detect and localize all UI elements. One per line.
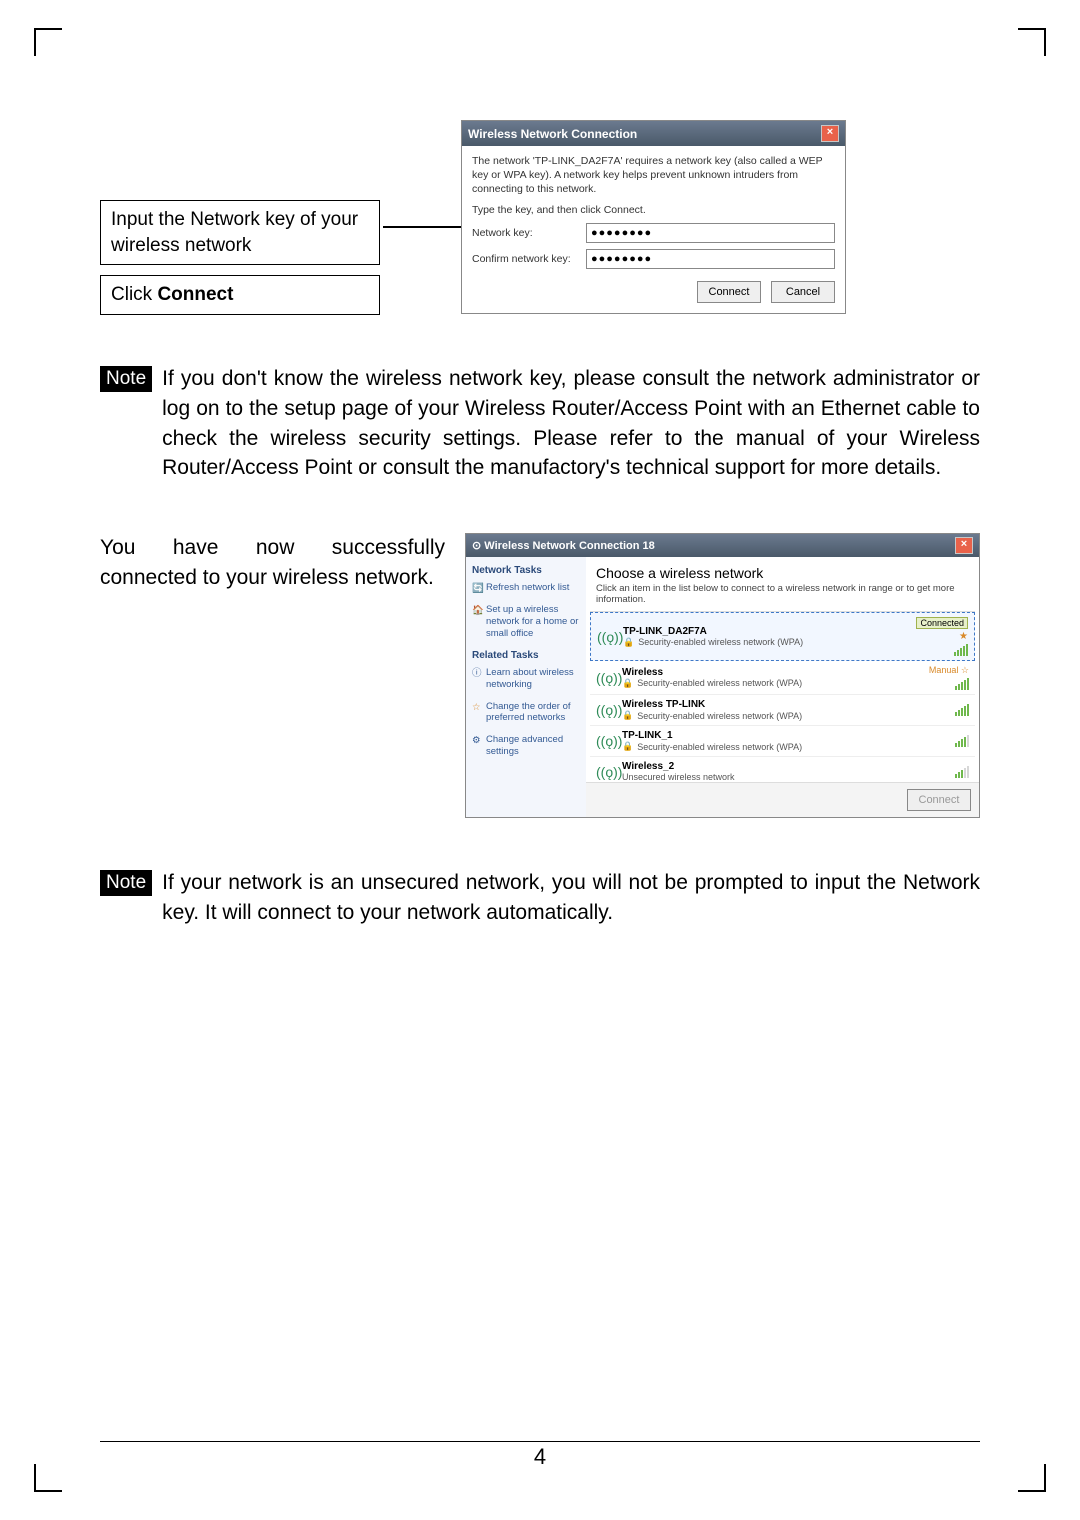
sidebar-heading-network-tasks: Network Tasks: [472, 565, 580, 576]
note-block-1: Note If you don't know the wireless netw…: [100, 364, 980, 483]
wireless-icon: ((ǫ)): [597, 629, 615, 645]
dialog-info-1: The network 'TP-LINK_DA2F7A' requires a …: [472, 154, 835, 197]
chooser-subtext: Click an item in the list below to conne…: [586, 583, 979, 611]
task-order[interactable]: ☆ Change the order of preferred networks: [472, 701, 580, 725]
refresh-icon: 🔄: [472, 583, 482, 593]
wireless-icon: ((ǫ)): [596, 733, 614, 749]
note-badge: Note: [100, 870, 152, 896]
network-security: 🔒Security-enabled wireless network (WPA): [622, 678, 921, 689]
wireless-icon: ((ǫ)): [596, 764, 614, 780]
connect-button[interactable]: Connect: [697, 281, 761, 303]
lock-icon: 🔒: [622, 741, 633, 752]
cancel-button[interactable]: Cancel: [771, 281, 835, 303]
wireless-chooser-window: ⊙ Wireless Network Connection 18 × Netwo…: [465, 533, 980, 818]
task-setup[interactable]: 🏠 Set up a wireless network for a home or…: [472, 604, 580, 640]
network-list[interactable]: ((ǫ))TP-LINK_DA2F7A🔒Security-enabled wir…: [590, 611, 975, 782]
wireless-icon: ((ǫ)): [596, 670, 614, 686]
network-name: Wireless_2: [622, 761, 947, 772]
network-security: 🔒Security-enabled wireless network (WPA): [623, 637, 908, 648]
lock-icon: 🔒: [623, 637, 634, 648]
task-setup-label: Set up a wireless network for a home or …: [486, 604, 578, 639]
label-network-key: Network key:: [472, 227, 580, 239]
note-block-2: Note If your network is an unsecured net…: [100, 868, 980, 928]
close-icon[interactable]: ×: [955, 537, 973, 554]
footer-rule: [100, 1441, 980, 1442]
network-name: Wireless: [622, 667, 921, 678]
note-text-2: If your network is an unsecured network,…: [162, 868, 980, 928]
crop-mark-tl: [34, 28, 62, 56]
confirm-key-input[interactable]: [586, 249, 835, 269]
chooser-connect-button[interactable]: Connect: [907, 789, 971, 811]
success-text: You have now successfully connected to y…: [100, 533, 445, 818]
chooser-title: Wireless Network Connection 18: [484, 540, 654, 552]
network-security: 🔒Security-enabled wireless network (WPA): [622, 741, 947, 752]
chooser-sidebar: Network Tasks 🔄 Refresh network list 🏠 Set…: [466, 557, 586, 817]
network-item[interactable]: ((ǫ)) Wireless🔒Security-enabled wireless …: [590, 661, 975, 695]
network-name: TP-LINK_1: [622, 730, 947, 741]
info-icon: ⓘ: [472, 668, 482, 678]
note-text-1: If you don't know the wireless network k…: [162, 364, 980, 483]
network-item[interactable]: ((ǫ)) Wireless_2Unsecured wireless networ…: [590, 757, 975, 782]
connected-badge: Connected: [916, 617, 968, 629]
lock-icon: 🔒: [622, 678, 633, 689]
network-security: 🔒Security-enabled wireless network (WPA): [622, 710, 947, 721]
page-number: 4: [0, 1444, 1080, 1470]
task-learn-label: Learn about wireless networking: [486, 667, 574, 690]
callout-click-connect: Click Connect: [100, 275, 380, 315]
home-icon: 🏠: [472, 605, 482, 615]
star-icon: ★: [959, 631, 968, 642]
crop-mark-tr: [1018, 28, 1046, 56]
sidebar-heading-related: Related Tasks: [472, 650, 580, 661]
lock-icon: 🔒: [622, 710, 633, 721]
note-badge: Note: [100, 366, 152, 392]
callout-click-bold: Connect: [157, 284, 233, 305]
wireless-icon: ((ǫ)): [596, 702, 614, 718]
callout-input-key: Input the Network key of your wireless n…: [100, 200, 380, 265]
dialog-title: Wireless Network Connection: [468, 127, 637, 141]
network-name: Wireless TP-LINK: [622, 699, 947, 710]
callout-input-key-text: Input the Network key of your wireless n…: [111, 209, 358, 256]
task-order-label: Change the order of preferred networks: [486, 701, 571, 724]
task-refresh[interactable]: 🔄 Refresh network list: [472, 582, 580, 594]
network-key-input[interactable]: [586, 223, 835, 243]
task-refresh-label: Refresh network list: [486, 582, 569, 593]
label-confirm-key: Confirm network key:: [472, 253, 580, 265]
network-item[interactable]: ((ǫ)) TP-LINK_DA2F7A🔒Security-enabled wir…: [590, 612, 975, 661]
manual-label: Manual ☆: [929, 665, 969, 676]
antenna-icon: ⊙: [472, 540, 484, 552]
task-learn[interactable]: ⓘ Learn about wireless networking: [472, 667, 580, 691]
callout-click-pre: Click: [111, 284, 157, 305]
network-name: TP-LINK_DA2F7A: [623, 626, 908, 637]
task-advanced-label: Change advanced settings: [486, 734, 563, 757]
chooser-heading: Choose a wireless network: [586, 557, 979, 583]
network-item[interactable]: ((ǫ)) TP-LINK_1🔒Security-enabled wireless…: [590, 726, 975, 757]
task-advanced[interactable]: ⚙ Change advanced settings: [472, 734, 580, 758]
star-icon: ☆: [472, 702, 482, 712]
gear-icon: ⚙: [472, 735, 482, 745]
network-item[interactable]: ((ǫ)) Wireless TP-LINK🔒Security-enabled w…: [590, 695, 975, 726]
close-icon[interactable]: ×: [821, 125, 839, 142]
network-security: Unsecured wireless network: [622, 772, 947, 782]
network-key-dialog: Wireless Network Connection × The networ…: [461, 120, 846, 314]
dialog-info-2: Type the key, and then click Connect.: [472, 203, 835, 217]
